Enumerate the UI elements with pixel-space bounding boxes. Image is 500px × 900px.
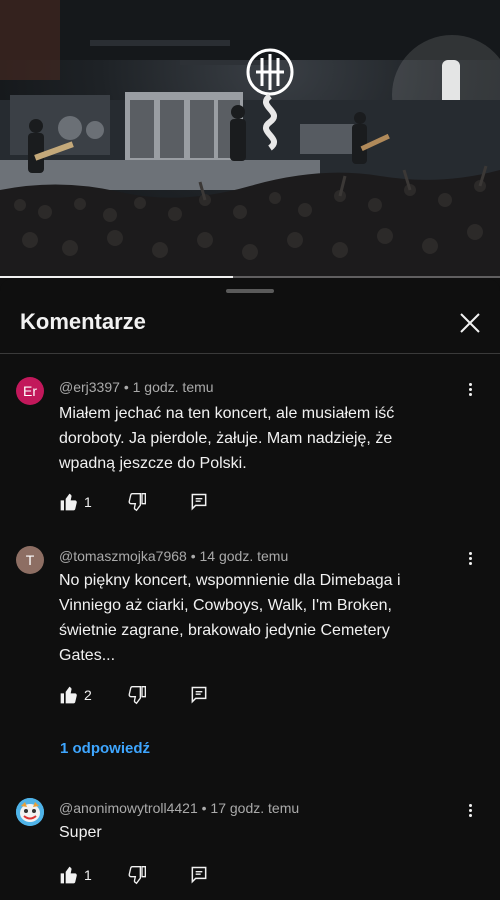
comment-time: 14 godz. temu <box>199 548 289 564</box>
close-button[interactable] <box>456 309 484 337</box>
thumbs-down-icon <box>128 493 146 512</box>
drag-handle[interactable] <box>226 289 274 293</box>
video-progress-bar[interactable] <box>0 276 500 278</box>
video-progress-fill <box>0 276 233 278</box>
concert-frame <box>0 0 500 278</box>
avatar[interactable] <box>16 798 44 826</box>
thumbs-up-icon <box>60 866 77 884</box>
comment-text-line: doroboty. Ja pierdole, żałuje. Mam nadzi… <box>59 430 393 447</box>
comment-text: No piękny koncert, wspomnienie dla Dimeb… <box>59 568 439 668</box>
dislike-button[interactable] <box>127 863 151 887</box>
comment-time: 17 godz. temu <box>210 800 300 816</box>
like-button[interactable]: 2 <box>59 683 99 707</box>
comment-text-line: Vinniego aż ciarki, Cowboys, Walk, I'm B… <box>59 597 392 614</box>
comment-menu-button[interactable] <box>462 381 478 401</box>
comment-text-line: Super <box>59 824 102 841</box>
comment-menu-button[interactable] <box>462 550 478 570</box>
thumbs-down-icon <box>128 866 146 885</box>
thumbs-down-icon <box>128 686 146 705</box>
like-count: 2 <box>84 687 92 703</box>
like-count: 1 <box>84 867 92 883</box>
like-count: 1 <box>84 494 92 510</box>
comment-text-line: wpadną jeszcze do Polski. <box>59 455 247 472</box>
panel-title: Komentarze <box>20 309 146 334</box>
comments-panel: Komentarze Er @erj3397 • 1 godz. temu Mi… <box>0 279 500 900</box>
dislike-button[interactable] <box>127 490 151 514</box>
comment-meta: @erj3397 • 1 godz. temu <box>59 379 214 395</box>
header-divider <box>0 353 500 354</box>
dislike-button[interactable] <box>127 683 151 707</box>
comment-author[interactable]: @anonimowytroll4421 <box>59 800 198 816</box>
reply-comment-icon <box>191 493 207 511</box>
close-icon <box>460 313 480 333</box>
troll-face-avatar-icon <box>16 798 44 826</box>
thumbs-up-icon <box>60 493 77 511</box>
reply-button[interactable] <box>189 863 213 887</box>
comment-text-line: Miałem jechać na ten koncert, ale musiał… <box>59 405 395 422</box>
comment-text-line: No piękny koncert, wspomnienie dla Dimeb… <box>59 572 401 589</box>
like-button[interactable]: 1 <box>59 490 99 514</box>
avatar-initials: T <box>25 552 35 568</box>
avatar[interactable]: T <box>16 546 44 574</box>
reply-comment-icon <box>191 686 207 704</box>
comment-author[interactable]: @tomaszmojka7968 <box>59 548 187 564</box>
avatar[interactable]: Er <box>16 377 44 405</box>
comment-menu-button[interactable] <box>462 802 478 822</box>
video-player[interactable] <box>0 0 500 278</box>
reply-comment-icon <box>191 866 207 884</box>
view-replies-link[interactable]: 1 odpowiedź <box>60 740 150 757</box>
thumbs-up-icon <box>60 686 77 704</box>
comment-text: Super <box>59 820 439 845</box>
comment-text-line: świetnie zagrane, brakowało jedynie Ceme… <box>59 622 390 639</box>
avatar-initials: Er <box>23 383 37 399</box>
comment-text-line: Gates... <box>59 647 116 664</box>
comment-time: 1 godz. temu <box>132 379 214 395</box>
reply-button[interactable] <box>189 683 213 707</box>
comment-meta: @tomaszmojka7968 • 14 godz. temu <box>59 548 289 564</box>
reply-button[interactable] <box>189 490 213 514</box>
comment-text: Miałem jechać na ten koncert, ale musiał… <box>59 401 439 476</box>
like-button[interactable]: 1 <box>59 863 99 887</box>
comment-author[interactable]: @erj3397 <box>59 379 120 395</box>
comment-meta: @anonimowytroll4421 • 17 godz. temu <box>59 800 300 816</box>
